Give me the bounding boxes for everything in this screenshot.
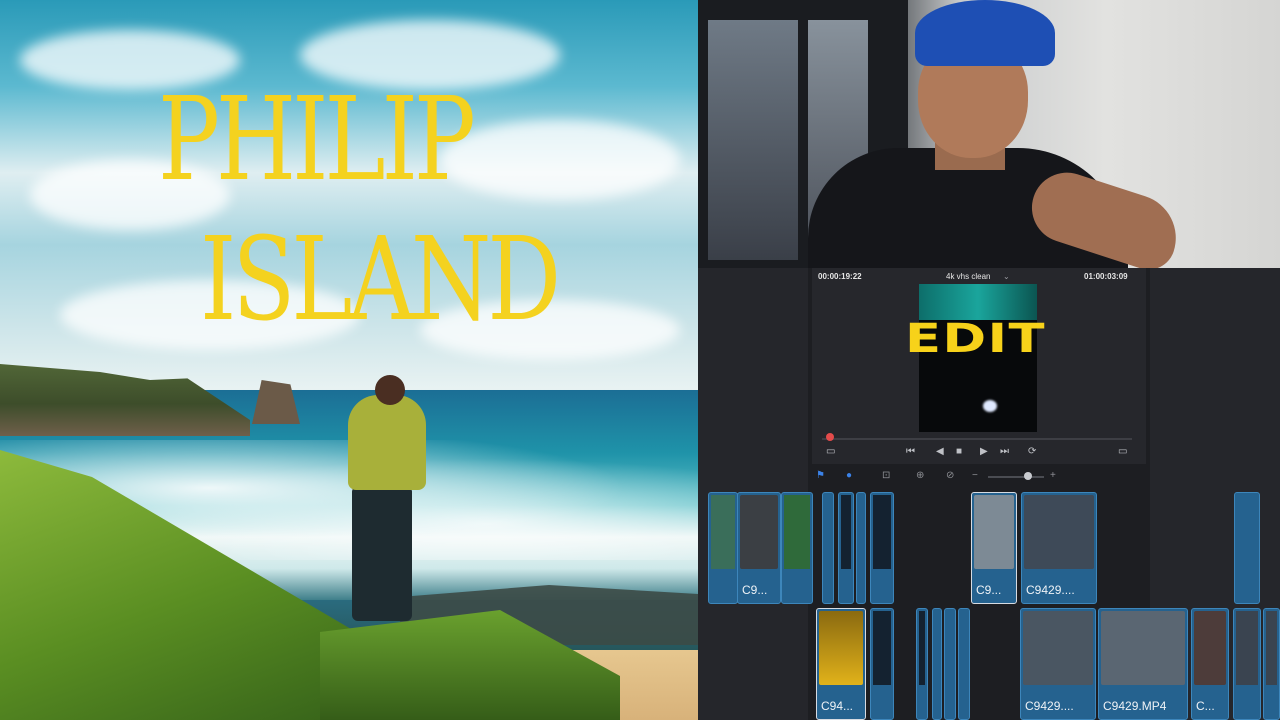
presenter-beanie	[915, 0, 1055, 66]
headland	[0, 364, 250, 436]
flag-icon[interactable]: ⚑	[816, 470, 825, 481]
timeline-clip[interactable]: C9...	[971, 492, 1017, 604]
loop-button[interactable]: ⟳	[1028, 446, 1036, 457]
zoom-custom-icon[interactable]: ⊘	[946, 470, 954, 481]
timeline-clip[interactable]	[856, 492, 866, 604]
edit-overlay-text: EDIT	[905, 316, 1046, 362]
clip-label: C9429....	[1026, 583, 1075, 597]
chevron-down-icon[interactable]: ⌄	[1003, 272, 1010, 281]
clip-label: C...	[1196, 699, 1215, 713]
timeline-clip[interactable]	[1263, 608, 1280, 720]
timeline-clip[interactable]	[916, 608, 928, 720]
marker-icon[interactable]: ●	[846, 470, 852, 481]
timeline-clip[interactable]	[822, 492, 834, 604]
photo-title: PHILIP ISLAND	[150, 70, 570, 350]
clip-label: C9429....	[1025, 699, 1074, 713]
zoom-slider-knob[interactable]	[1024, 472, 1032, 480]
sea-rock	[252, 380, 300, 424]
person-hoodie	[348, 395, 426, 490]
timeline-clip[interactable]: C9429....	[1021, 492, 1097, 604]
timeline-clip[interactable]: C...	[1191, 608, 1229, 720]
timeline-clip[interactable]	[1234, 492, 1260, 604]
next-clip-button[interactable]: ⏭	[1000, 446, 1009, 457]
playhead-marker[interactable]	[826, 433, 834, 441]
minus-icon[interactable]: −	[972, 470, 978, 481]
stop-button[interactable]: ■	[956, 446, 962, 457]
timeline-clip[interactable]: C9429.MP4	[1098, 608, 1188, 720]
timecode-duration: 01:00:03:09	[1084, 272, 1128, 281]
clip-label: C9429.MP4	[1103, 699, 1167, 713]
fullscreen-icon[interactable]: ▭	[1118, 446, 1127, 457]
zoom-fit-icon[interactable]: ⊡	[882, 470, 890, 481]
timeline-clip[interactable]	[958, 608, 970, 720]
landscape-photo: PHILIP ISLAND	[0, 0, 698, 720]
clip-name-dropdown[interactable]: 4k vhs clean	[946, 272, 990, 281]
reverse-button[interactable]: ◀	[936, 446, 944, 457]
clip-label: C9...	[742, 583, 768, 597]
title-line-2: ISLAND	[200, 212, 561, 347]
frame-teal-light	[919, 284, 1037, 320]
clip-label: C9...	[976, 583, 1002, 597]
person-legs	[352, 486, 412, 621]
timeline-clip[interactable]: C94...	[816, 608, 866, 720]
zoom-in-icon[interactable]: ⊕	[916, 470, 924, 481]
timeline-clip[interactable]	[870, 608, 894, 720]
prev-clip-button[interactable]: ⏮	[906, 446, 915, 457]
timeline-clip[interactable]	[932, 608, 942, 720]
scrub-bar[interactable]	[822, 438, 1132, 440]
timeline-clip[interactable]	[708, 492, 738, 604]
timeline-clip[interactable]	[1233, 608, 1261, 720]
title-line-1: PHILIP	[158, 72, 476, 207]
clip-label: C94...	[821, 699, 854, 713]
timeline-clip[interactable]	[838, 492, 854, 604]
window-pane	[708, 20, 798, 260]
person-head	[375, 375, 405, 405]
zoom-slider[interactable]	[988, 476, 1044, 478]
timecode-current: 00:00:19:22	[818, 272, 862, 281]
plus-icon[interactable]: +	[1050, 470, 1056, 481]
timeline-clip[interactable]: C9429....	[1020, 608, 1096, 720]
timeline-clip[interactable]	[870, 492, 894, 604]
timeline-clip[interactable]: C9...	[737, 492, 781, 604]
timeline-clip[interactable]	[781, 492, 813, 604]
timeline-clip[interactable]	[944, 608, 956, 720]
frame-light-spot	[983, 400, 997, 412]
play-button[interactable]: ▶	[980, 446, 988, 457]
crop-icon[interactable]: ▭	[826, 446, 835, 457]
